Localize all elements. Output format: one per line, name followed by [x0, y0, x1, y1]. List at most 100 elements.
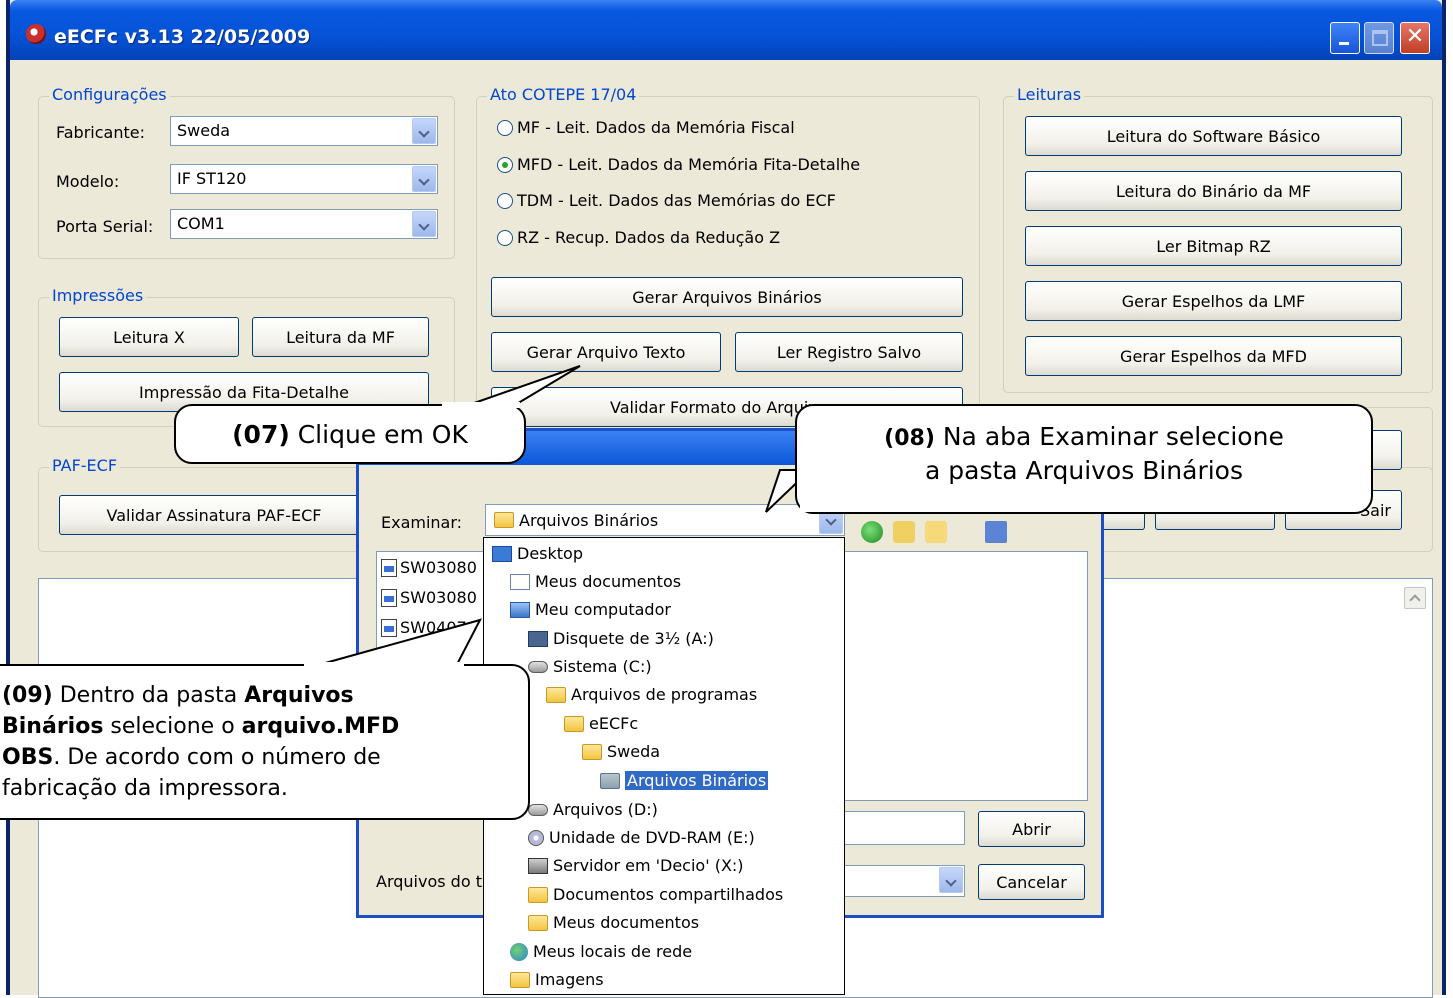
dropdown-item-label: Arquivos de programas: [571, 685, 758, 704]
callout-09: (09) Dentro da pasta Arquivos Binários s…: [0, 664, 530, 820]
leitura-software-button[interactable]: Leitura do Software Básico: [1025, 116, 1402, 156]
espelhos-lmf-button[interactable]: Gerar Espelhos da LMF: [1025, 281, 1402, 321]
callout-07-text: Clique em OK: [289, 419, 468, 449]
dropdown-item-label: Sistema (C:): [553, 657, 652, 676]
dropdown-item-servidor[interactable]: Servidor em 'Decio' (X:): [528, 852, 744, 879]
dropdown-item-label: Unidade de DVD-RAM (E:): [549, 828, 755, 847]
porta-select[interactable]: COM1: [170, 209, 438, 239]
dropdown-item-arquivos-d[interactable]: Arquivos (D:): [528, 796, 658, 823]
dropdown-item-eecfc[interactable]: eECFc: [564, 710, 638, 737]
radio-mfd-label: MFD - Leit. Dados da Memória Fita-Detalh…: [517, 155, 861, 174]
radio-rz[interactable]: RZ - Recup. Dados da Redução Z: [497, 228, 780, 247]
dropdown-item-label: Servidor em 'Decio' (X:): [553, 856, 744, 875]
leitura-binario-button[interactable]: Leitura do Binário da MF: [1025, 171, 1402, 211]
tipo-select[interactable]: [839, 865, 965, 897]
leituras-legend: Leituras: [1014, 85, 1085, 104]
callout-09-bold-1: Arquivos: [244, 683, 354, 708]
radio-rz-circle[interactable]: [497, 229, 513, 246]
radio-rz-label: RZ - Recup. Dados da Redução Z: [517, 228, 781, 247]
chevron-down-icon[interactable]: [412, 166, 436, 192]
modelo-select[interactable]: IF ST120: [170, 164, 438, 194]
examinar-dropdown[interactable]: Desktop Meus documentos Meu computador D…: [483, 537, 845, 995]
dropdown-item-arquivos-programas[interactable]: Arquivos de programas: [546, 681, 757, 708]
dropdown-item-locais-rede[interactable]: Meus locais de rede: [510, 938, 692, 965]
ato-legend: Ato COTEPE 17/04: [487, 85, 640, 104]
callout-09-text-3: . De acordo com o número de: [53, 745, 381, 770]
callout-09-text-2: selecione o: [103, 714, 242, 739]
dropdown-item-label: Meus locais de rede: [533, 942, 693, 961]
dropdown-item-desktop[interactable]: Desktop: [492, 540, 583, 567]
close-button[interactable]: ✕: [1400, 22, 1430, 54]
fabricante-label: Fabricante:: [56, 123, 145, 142]
dropdown-item-sistema[interactable]: Sistema (C:): [528, 653, 652, 680]
folder-icon: [494, 512, 514, 528]
file-item[interactable]: SW03080: [381, 558, 477, 577]
chevron-down-icon[interactable]: [939, 867, 963, 893]
examinar-label: Examinar:: [381, 513, 463, 532]
gerar-binarios-button[interactable]: Gerar Arquivos Binários: [491, 277, 963, 317]
radio-mfd[interactable]: MFD - Leit. Dados da Memória Fita-Detalh…: [497, 155, 860, 174]
dropdown-item-label: Imagens: [535, 970, 604, 989]
radio-mfd-circle[interactable]: [497, 156, 513, 173]
radio-tdm-circle[interactable]: [497, 192, 513, 209]
abrir-button[interactable]: Abrir: [978, 811, 1085, 847]
espelhos-mfd-button[interactable]: Gerar Espelhos da MFD: [1025, 336, 1402, 376]
drive-icon: [528, 803, 548, 816]
dropdown-item-documentos-compartilhados[interactable]: Documentos compartilhados: [528, 881, 783, 908]
radio-mf-label: MF - Leit. Dados da Memória Fiscal: [517, 118, 795, 137]
file-icon: [381, 558, 397, 577]
cancelar-button[interactable]: Cancelar: [978, 864, 1085, 900]
radio-tdm[interactable]: TDM - Leit. Dados das Memórias do ECF: [497, 191, 836, 210]
fabricante-select[interactable]: Sweda: [170, 116, 438, 146]
chevron-down-icon[interactable]: [412, 211, 436, 237]
folder-icon: [528, 886, 548, 903]
radio-mf[interactable]: MF - Leit. Dados da Memória Fiscal: [497, 118, 795, 137]
view-menu-icon[interactable]: [985, 521, 1007, 543]
new-folder-icon[interactable]: [925, 521, 947, 543]
dropdown-item-label: Documentos compartilhados: [553, 885, 784, 904]
ler-bitmap-button[interactable]: Ler Bitmap RZ: [1025, 226, 1402, 266]
dropdown-item-label: Meus documentos: [535, 572, 682, 591]
dropdown-item-disquete[interactable]: Disquete de 3½ (A:): [528, 625, 714, 652]
scroll-up-icon[interactable]: [1404, 587, 1426, 609]
dropdown-item-label: Arquivos (D:): [553, 800, 658, 819]
chevron-down-icon[interactable]: [412, 118, 436, 144]
dropdown-item-label: Meus documentos: [553, 913, 700, 932]
folder-open-icon: [600, 772, 620, 789]
callout-09-tail-cover: [304, 662, 464, 668]
dropdown-item-arquivos-binarios[interactable]: Arquivos Binários: [600, 767, 769, 794]
folder-icon: [546, 686, 566, 703]
tipo-label: Arquivos do t: [376, 872, 482, 891]
file-item[interactable]: SW03080: [381, 588, 477, 607]
network-drive-icon: [528, 857, 548, 874]
validar-assinatura-button[interactable]: Validar Assinatura PAF-ECF: [59, 495, 369, 535]
leitura-x-button[interactable]: Leitura X: [59, 317, 239, 357]
dropdown-item-label: Arquivos Binários: [625, 771, 769, 790]
modelo-label: Modelo:: [56, 172, 120, 191]
ler-registro-button[interactable]: Ler Registro Salvo: [735, 332, 963, 372]
drive-icon: [528, 660, 548, 673]
callout-08-text: Na aba Examinar selecione: [934, 422, 1284, 451]
back-icon[interactable]: [861, 521, 883, 543]
dropdown-item-sweda[interactable]: Sweda: [582, 738, 660, 765]
callout-08: (08) Na aba Examinar selecione a pasta A…: [795, 404, 1373, 514]
dropdown-item-imagens[interactable]: Imagens: [510, 966, 604, 993]
file-icon: [381, 588, 397, 607]
paf-legend: PAF-ECF: [49, 456, 121, 475]
up-folder-icon[interactable]: [893, 521, 915, 543]
radio-mf-circle[interactable]: [497, 119, 513, 136]
minimize-button[interactable]: [1330, 22, 1360, 54]
porta-value: COM1: [177, 214, 225, 233]
maximize-button[interactable]: [1364, 22, 1394, 54]
callout-08-tail-cover: [800, 498, 834, 512]
dropdown-item-dvd[interactable]: Unidade de DVD-RAM (E:): [528, 824, 755, 851]
dropdown-item-meus-documentos[interactable]: Meus documentos: [510, 568, 681, 595]
impressoes-legend: Impressões: [49, 286, 147, 305]
dropdown-item-meu-computador[interactable]: Meu computador: [510, 596, 671, 623]
dropdown-item-meus-documentos-2[interactable]: Meus documentos: [528, 909, 699, 936]
desktop-icon: [492, 545, 512, 562]
title-bar[interactable]: eECFc v3.13 22/05/2009 ✕: [10, 0, 1442, 60]
filename-input[interactable]: [839, 811, 965, 845]
file-name: SW03080: [400, 588, 477, 607]
leitura-mf-button[interactable]: Leitura da MF: [252, 317, 429, 357]
